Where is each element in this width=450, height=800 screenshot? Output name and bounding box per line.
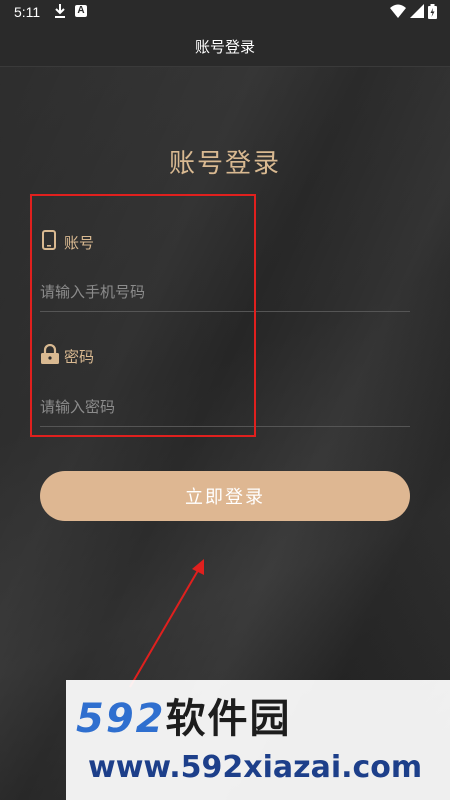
app-bar: 账号登录: [0, 24, 450, 67]
annotation-arrow: [129, 559, 204, 688]
login-button[interactable]: 立即登录: [40, 471, 410, 521]
watermark-logo: 592软件园: [76, 686, 292, 744]
app-bar-title: 账号登录: [194, 38, 255, 56]
a-app-icon: A: [75, 5, 87, 17]
battery-icon: [428, 4, 437, 22]
page-title: 账号登录: [168, 149, 281, 179]
status-bar: 5:11 A: [0, 0, 450, 24]
watermark-logo-number: 592: [76, 696, 166, 742]
wifi-icon: [390, 4, 406, 21]
annotation-highlight-box: [30, 194, 256, 437]
watermark-url: www.592xiazai.com: [88, 750, 423, 785]
watermark-logo-text: 软件园: [165, 696, 292, 742]
signal-icon: [410, 4, 424, 21]
download-icon: [54, 3, 66, 22]
status-time: 5:11: [14, 4, 41, 20]
watermark: 592软件园 www.592xiazai.com: [66, 680, 450, 800]
